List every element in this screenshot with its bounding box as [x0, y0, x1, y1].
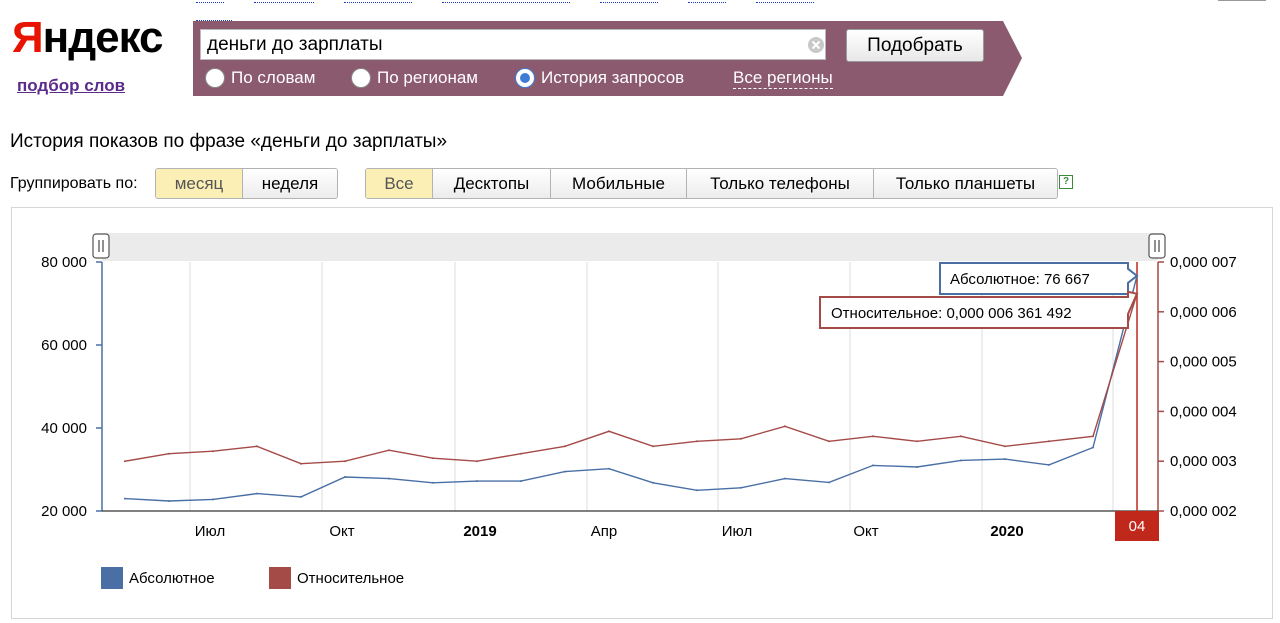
x-tick-label: Окт — [853, 523, 878, 540]
point-absolute[interactable] — [300, 495, 302, 498]
tooltip-absolute-text: Абсолютное: 76 667 — [950, 271, 1090, 288]
highlight-x-label: 04 — [1129, 518, 1146, 535]
point-absolute[interactable] — [740, 486, 742, 489]
right-tick-label: 0,000 002 — [1170, 503, 1237, 520]
point-relative[interactable] — [124, 460, 126, 463]
point-relative[interactable] — [916, 440, 918, 443]
point-relative[interactable] — [564, 445, 566, 448]
point-relative[interactable] — [256, 445, 258, 448]
history-chart: 20 000 40 000 60 000 80 000 0,000 002 0,000 0… — [41, 233, 1237, 541]
point-relative[interactable] — [476, 460, 478, 463]
point-absolute[interactable] — [212, 498, 214, 501]
point-absolute[interactable] — [388, 477, 390, 480]
point-relative[interactable] — [652, 445, 654, 448]
point-relative[interactable] — [828, 440, 830, 443]
point-absolute[interactable] — [1048, 463, 1050, 466]
point-relative[interactable] — [300, 462, 302, 465]
point-absolute[interactable] — [608, 467, 610, 470]
point-relative[interactable] — [608, 430, 610, 433]
legend-item-absolute[interactable]: Абсолютное — [101, 567, 215, 589]
point-relative[interactable] — [1004, 445, 1006, 448]
point-absolute[interactable] — [1004, 458, 1006, 461]
point-absolute[interactable] — [256, 492, 258, 495]
legend-label: Абсолютное — [129, 569, 215, 587]
point-relative[interactable] — [1092, 435, 1094, 438]
right-tick-label: 0,000 006 — [1170, 304, 1237, 321]
point-absolute[interactable] — [432, 481, 434, 484]
point-absolute[interactable] — [784, 477, 786, 480]
point-absolute[interactable] — [960, 459, 962, 462]
left-tick-label: 60 000 — [41, 337, 87, 354]
left-tick-label: 20 000 — [41, 503, 87, 520]
point-absolute[interactable] — [520, 480, 522, 483]
range-handle-left[interactable] — [92, 233, 110, 259]
x-tick-label: Июл — [195, 523, 225, 540]
point-relative[interactable] — [960, 435, 962, 438]
point-relative[interactable] — [740, 437, 742, 440]
point-relative[interactable] — [784, 425, 786, 428]
legend-swatch-relative — [269, 567, 291, 589]
point-relative[interactable] — [212, 450, 214, 453]
range-scroller[interactable] — [102, 233, 1158, 261]
legend-label: Относительное — [297, 569, 405, 587]
point-absolute[interactable] — [872, 464, 874, 467]
point-relative[interactable] — [1048, 440, 1050, 443]
legend-item-relative[interactable]: Относительное — [269, 567, 404, 589]
legend-swatch-absolute — [101, 567, 123, 589]
point-absolute[interactable] — [916, 466, 918, 468]
point-relative[interactable] — [432, 457, 434, 460]
left-tick-label: 40 000 — [41, 420, 87, 437]
point-absolute[interactable] — [124, 497, 126, 500]
tooltip-relative-text: Относительное: 0,000 006 361 492 — [831, 305, 1072, 322]
point-absolute[interactable] — [696, 489, 698, 492]
x-tick-label: Окт — [329, 523, 354, 540]
range-handle-right[interactable] — [1148, 233, 1166, 259]
point-relative[interactable] — [520, 452, 522, 455]
x-tick-label: 2020 — [990, 523, 1023, 540]
point-relative[interactable] — [388, 449, 390, 452]
point-absolute[interactable] — [168, 500, 170, 502]
right-tick-label: 0,000 005 — [1170, 354, 1237, 371]
point-relative[interactable] — [168, 452, 170, 455]
point-absolute[interactable] — [564, 470, 566, 473]
x-tick-label: Июл — [722, 523, 752, 540]
right-tick-label: 0,000 003 — [1170, 453, 1237, 470]
point-absolute[interactable] — [476, 480, 478, 483]
x-tick-label: Апр — [591, 523, 617, 540]
point-absolute[interactable] — [652, 481, 654, 484]
point-absolute[interactable] — [828, 481, 830, 484]
x-tick-label: 2019 — [463, 523, 496, 540]
point-absolute[interactable] — [344, 476, 346, 478]
point-relative[interactable] — [696, 440, 698, 443]
point-relative[interactable] — [872, 435, 874, 438]
point-absolute[interactable] — [1092, 446, 1094, 449]
right-tick-label: 0,000 007 — [1170, 254, 1237, 271]
point-relative[interactable] — [344, 460, 346, 463]
left-tick-label: 80 000 — [41, 254, 87, 271]
right-tick-label: 0,000 004 — [1170, 403, 1237, 420]
